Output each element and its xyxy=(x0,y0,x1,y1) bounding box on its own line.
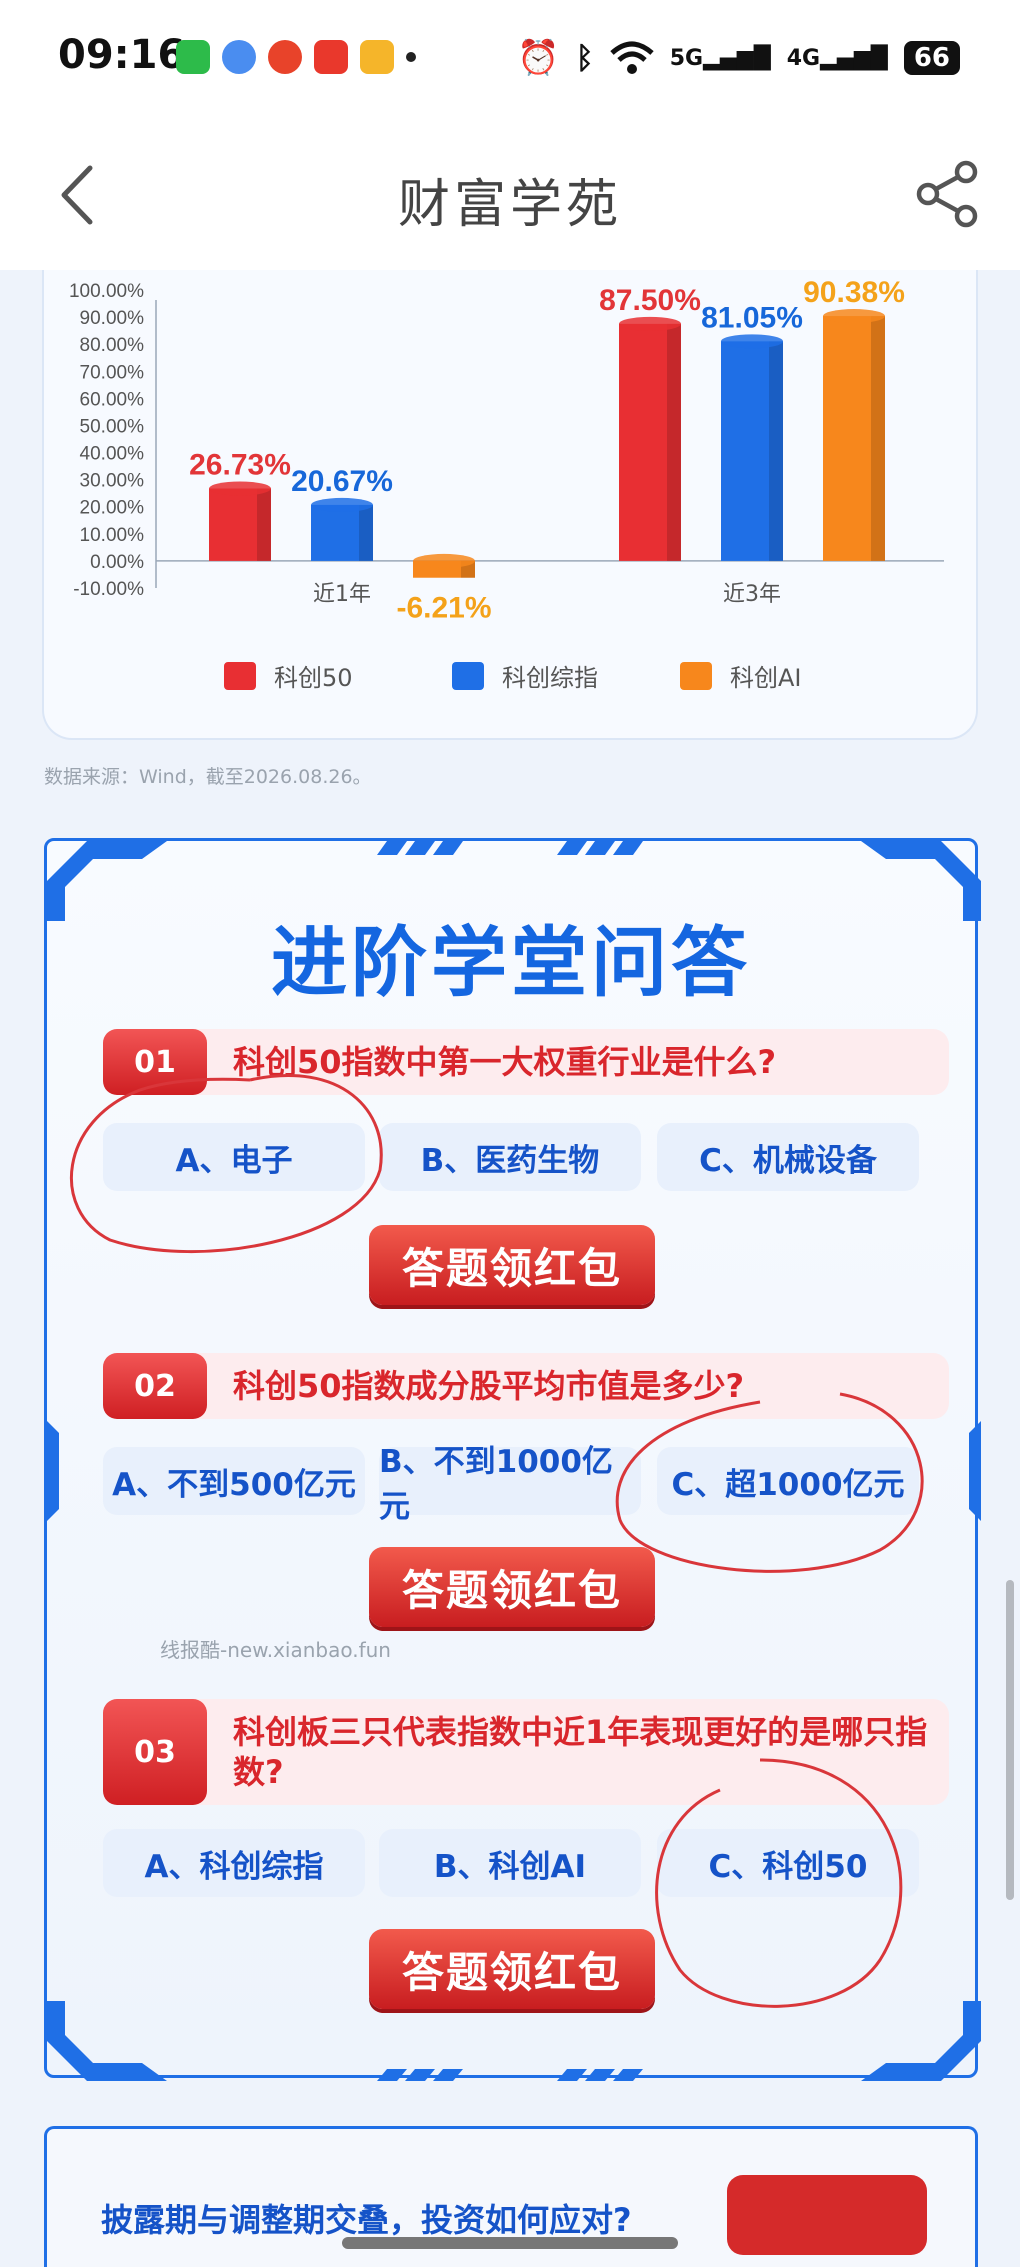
annotation-circle xyxy=(615,1392,924,1573)
home-indicator[interactable] xyxy=(342,2237,678,2249)
watermark: 线报酷-new.xianbao.fun xyxy=(160,1638,391,1662)
next-section-button[interactable] xyxy=(727,2175,927,2255)
annotation-circle xyxy=(655,1758,903,2008)
next-section-title[interactable]: 披露期与调整期交叠，投资如何应对? xyxy=(101,2195,632,2241)
scrollbar[interactable] xyxy=(1006,1580,1014,1900)
annotation-circle xyxy=(69,1074,383,1254)
annotation-overlay xyxy=(69,1074,924,2008)
